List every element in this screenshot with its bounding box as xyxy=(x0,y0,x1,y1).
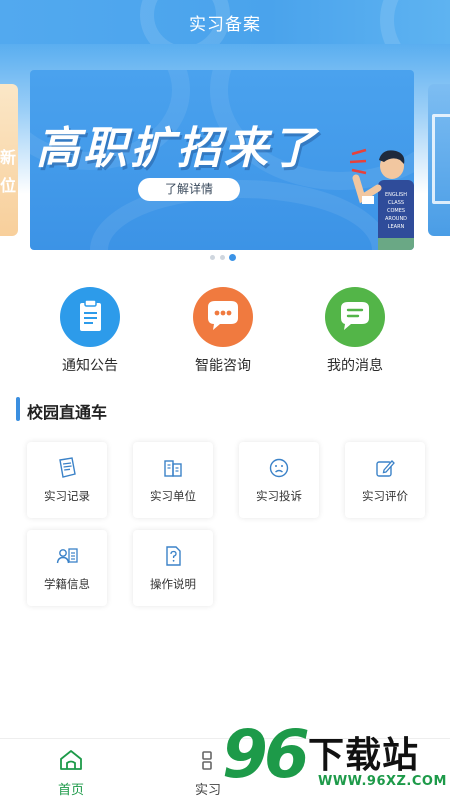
section-title: 校园直通车 xyxy=(27,403,108,422)
building-icon xyxy=(164,460,182,477)
app-screen: 实习备案 新 位 高职扩招来了 了解详情 ENGLISH CLASS COMES… xyxy=(0,0,450,800)
tile-label: 学籍信息 xyxy=(44,577,90,591)
internship-complaint-tile[interactable]: 实习投诉 xyxy=(239,442,319,518)
carousel-dot-active[interactable] xyxy=(229,254,236,261)
carousel-indicator[interactable] xyxy=(208,254,248,262)
next-card-frame xyxy=(432,114,450,204)
carousel-dot[interactable] xyxy=(210,255,215,260)
tile-label: 实习单位 xyxy=(150,489,196,503)
page-title: 实习备案 xyxy=(189,15,261,35)
section-accent-bar xyxy=(16,397,20,421)
chat-bubble-icon xyxy=(193,287,253,347)
grid-icon xyxy=(202,751,212,770)
svg-text:LEARN: LEARN xyxy=(388,224,405,230)
carousel-dot[interactable] xyxy=(220,255,225,260)
watermark-text: 下载站 xyxy=(308,735,420,776)
svg-text:CLASS: CLASS xyxy=(388,200,404,206)
smart-consult-label: 智能咨询 xyxy=(195,358,251,374)
prev-card-text: 新 xyxy=(0,148,16,167)
person-illustration: ENGLISH CLASS COMES AROUND LEARN xyxy=(352,150,414,250)
banner-headline: 高职扩招来了 xyxy=(36,123,318,174)
learn-more-button[interactable]: 了解详情 xyxy=(138,178,240,201)
svg-text:COMES: COMES xyxy=(387,208,405,214)
document-help-icon xyxy=(166,546,181,566)
student-status-tile[interactable]: 学籍信息 xyxy=(27,530,107,606)
tile-label: 实习评价 xyxy=(362,489,408,503)
svg-text:AROUND: AROUND xyxy=(385,216,407,222)
nav-home-label: 首页 xyxy=(57,783,84,798)
notice-label: 通知公告 xyxy=(62,358,118,374)
frown-face-icon xyxy=(269,458,289,478)
banner-carousel[interactable]: 新 位 高职扩招来了 了解详情 ENGLISH CLASS COMES AROU… xyxy=(0,70,450,250)
instructions-tile[interactable]: 操作说明 xyxy=(133,530,213,606)
watermark-number: 96 xyxy=(222,716,310,793)
message-icon xyxy=(325,287,385,347)
svg-text:ENGLISH: ENGLISH xyxy=(385,192,407,198)
student-id-icon xyxy=(56,548,78,564)
banner-slide[interactable]: 高职扩招来了 了解详情 ENGLISH CLASS COMES AROUND L… xyxy=(30,70,414,250)
clipboard-icon xyxy=(60,287,120,347)
my-messages-label: 我的消息 xyxy=(327,358,383,374)
my-messages-button[interactable]: 我的消息 xyxy=(300,287,410,375)
decor-swirl xyxy=(90,180,390,250)
internship-record-tile[interactable]: 实习记录 xyxy=(27,442,107,518)
home-icon xyxy=(60,750,82,770)
top-bar: 实习备案 xyxy=(0,0,450,44)
notice-button[interactable]: 通知公告 xyxy=(35,287,145,375)
site-watermark: 96 下载站 WWW.96XZ.COM xyxy=(222,716,450,800)
nav-home[interactable]: 首页 xyxy=(41,749,101,798)
watermark-url: WWW.96XZ.COM xyxy=(318,774,447,789)
edit-icon xyxy=(376,460,395,477)
record-icon xyxy=(59,457,76,478)
internship-company-tile[interactable]: 实习单位 xyxy=(133,442,213,518)
tile-label: 操作说明 xyxy=(150,577,196,591)
banner-next-card[interactable] xyxy=(428,84,450,236)
tile-label: 实习记录 xyxy=(44,489,90,503)
prev-card-text: 位 xyxy=(0,176,16,195)
smart-consult-button[interactable]: 智能咨询 xyxy=(168,287,278,375)
banner-prev-card[interactable]: 新 位 xyxy=(0,84,18,236)
tile-label: 实习投诉 xyxy=(256,489,302,503)
internship-evaluation-tile[interactable]: 实习评价 xyxy=(345,442,425,518)
